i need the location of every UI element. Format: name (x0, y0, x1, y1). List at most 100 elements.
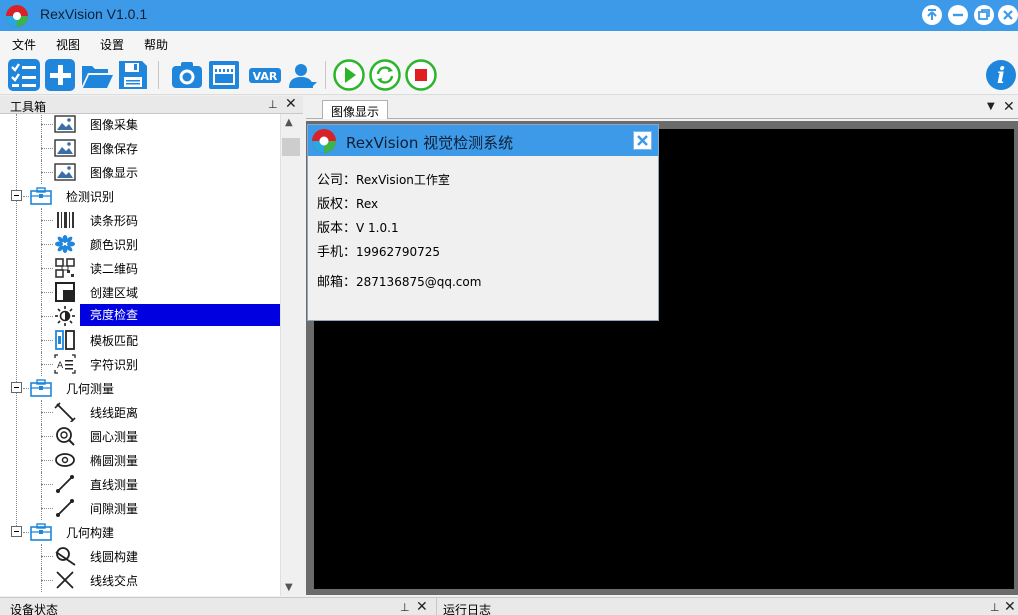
tree-item[interactable]: 线线距离 (0, 400, 280, 424)
tree-item[interactable]: 创建区域 (0, 280, 280, 304)
tree-item[interactable]: 读条形码 (0, 208, 280, 232)
tree-group[interactable]: 几何测量 (0, 376, 280, 400)
tree-item[interactable]: 图像采集 (0, 114, 280, 136)
maximize-button[interactable] (974, 5, 994, 25)
close-button[interactable] (998, 5, 1018, 25)
line-distance-icon (54, 402, 76, 422)
qrcode-icon (55, 258, 75, 278)
minimize-button[interactable] (948, 5, 968, 25)
about-value: 19962790725 (356, 245, 440, 259)
about-value: V 1.0.1 (356, 221, 399, 235)
collapse-icon[interactable] (11, 382, 22, 393)
tree-item[interactable]: 线圆构建 (0, 544, 280, 568)
tree-item[interactable]: 图像保存 (0, 136, 280, 160)
tree-connector (41, 436, 53, 437)
tree-item-label: 创建区域 (90, 286, 139, 300)
pin-icon[interactable]: ⊥ (400, 601, 410, 614)
tree-item[interactable]: 亮度检查 (0, 304, 280, 328)
about-close-button[interactable] (633, 131, 652, 150)
variables-button[interactable]: VAR (248, 58, 282, 92)
toolbox-title: 工具箱 (10, 100, 47, 114)
tree-group[interactable]: 检测识别 (0, 184, 280, 208)
tree-item[interactable]: 直线测量 (0, 472, 280, 496)
tree-item[interactable]: A 字符识别 (0, 352, 280, 376)
tree-item[interactable]: 线线交点 (0, 568, 280, 592)
dropdown-icon[interactable]: ▼ (987, 101, 995, 112)
stop-icon (405, 59, 437, 91)
pin-top-button[interactable] (922, 5, 942, 25)
scroll-thumb[interactable] (282, 138, 300, 156)
about-key: 版权： (317, 197, 357, 212)
toolbox-close-icon[interactable]: ✕ (285, 97, 297, 111)
save-button[interactable] (116, 58, 150, 92)
video-button[interactable] (207, 58, 241, 92)
tree-item[interactable]: 读二维码 (0, 256, 280, 280)
scroll-down-icon[interactable]: ▼ (285, 582, 293, 593)
tree-connector (41, 220, 53, 221)
tree-item-label: 模板匹配 (90, 334, 139, 348)
tree-item-label: 字符识别 (90, 358, 139, 372)
menu-file[interactable]: 文件 (12, 36, 36, 53)
pin-icon[interactable]: ⊥ (268, 98, 278, 111)
tree-connector (41, 412, 53, 413)
user-button[interactable] (286, 58, 320, 92)
tree-connector (41, 268, 53, 269)
tree-group[interactable]: 几何构建 (0, 520, 280, 544)
collapse-icon[interactable] (11, 190, 22, 201)
menu-help[interactable]: 帮助 (144, 36, 168, 53)
app-logo-icon (6, 5, 28, 27)
loop-run-button[interactable] (368, 58, 402, 92)
menu-settings[interactable]: 设置 (100, 36, 124, 53)
open-button[interactable] (80, 58, 114, 92)
tree-connector (41, 114, 42, 136)
app-title: RexVision V1.0.1 (40, 6, 148, 22)
info-icon: i (986, 60, 1016, 90)
stop-button[interactable] (404, 58, 438, 92)
tree-connector (41, 124, 53, 125)
about-line: 邮箱：287136875@qq.com (317, 271, 481, 290)
camera-button[interactable] (170, 58, 204, 92)
run-log-title: 运行日志 (443, 603, 492, 615)
close-icon (637, 135, 648, 146)
tree-connector (41, 148, 53, 149)
view-close-icon[interactable]: ✕ (1003, 100, 1015, 114)
run-button[interactable] (332, 58, 366, 92)
about-title-bar[interactable]: RexVision 视觉检测系统 (308, 125, 658, 156)
device-status-close-icon[interactable]: ✕ (416, 600, 428, 614)
tree-item-label: 图像显示 (90, 166, 139, 180)
gap-icon (56, 499, 74, 517)
tree-item[interactable]: 圆心测量 (0, 424, 280, 448)
tree-item[interactable]: 颜色识别 (0, 232, 280, 256)
tree-item[interactable]: 图像显示 (0, 160, 280, 184)
scroll-up-icon[interactable]: ▲ (285, 117, 293, 128)
tree-item[interactable]: 椭圆测量 (0, 448, 280, 472)
tree-item[interactable]: 间隙测量 (0, 496, 280, 520)
new-button[interactable] (44, 58, 78, 92)
about-value: Rex (356, 197, 379, 211)
view-tab-bar: 图像显示 ▼ ✕ (306, 96, 1018, 119)
collapse-icon[interactable] (11, 526, 22, 537)
plus-icon (45, 59, 75, 91)
menu-view[interactable]: 视图 (56, 36, 80, 53)
title-bar[interactable]: RexVision V1.0.1 (0, 0, 1018, 31)
about-line: 版权：Rex (317, 193, 378, 212)
tree-connector (41, 316, 53, 317)
tree-connector (41, 364, 53, 365)
tree-item-label: 直线测量 (90, 478, 139, 492)
run-log-close-icon[interactable]: ✕ (1004, 600, 1016, 614)
pin-icon[interactable]: ⊥ (990, 601, 1000, 614)
task-list-button[interactable] (7, 58, 41, 92)
toolbar-separator (325, 61, 326, 89)
toolbox-scrollbar[interactable]: ▲ ▼ (280, 114, 300, 596)
pin-top-icon (927, 9, 937, 20)
tree-item-label: 几何构建 (66, 526, 115, 540)
ocr-icon: A (54, 354, 76, 374)
tab-image-display[interactable]: 图像显示 (322, 100, 389, 119)
tree-item-label: 图像保存 (90, 142, 139, 156)
about-button[interactable]: i (984, 58, 1018, 92)
restore-icon (978, 9, 990, 20)
color-icon (55, 235, 75, 253)
run-log-panel: 运行日志 ⊥ ✕ (436, 597, 1018, 615)
about-dialog: RexVision 视觉检测系统 公司：RexVision工作室 版权：Rex 版本… (307, 124, 659, 321)
tree-item[interactable]: 模板匹配 (0, 328, 280, 352)
